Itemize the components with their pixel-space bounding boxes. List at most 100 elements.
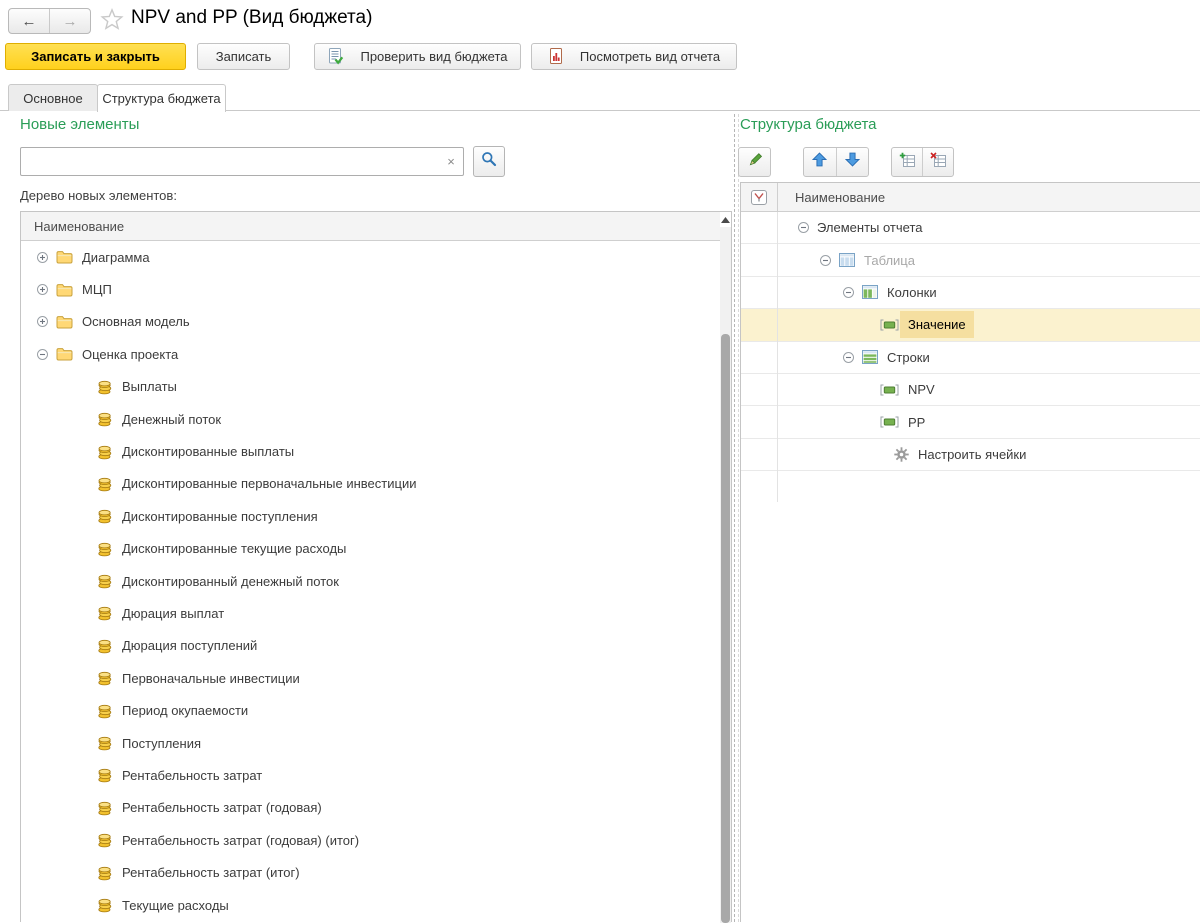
left-tree-header[interactable]: Наименование (21, 212, 731, 241)
search-button[interactable] (473, 146, 505, 177)
check-budget-view-button[interactable]: Проверить вид бюджета (314, 43, 521, 70)
tree-item[interactable]: Рентабельность затрат (годовая) (21, 792, 731, 824)
collapse-icon[interactable] (798, 222, 809, 234)
history-nav[interactable]: ← → (8, 8, 91, 34)
column-filter-icon[interactable] (741, 189, 777, 205)
table-element-buttons-group (891, 147, 954, 177)
tree-item[interactable]: Диаграмма (21, 241, 731, 273)
coins-icon (97, 605, 113, 621)
coins-icon (97, 832, 113, 848)
tree-item-label: PP (908, 414, 926, 430)
tree-item[interactable]: Колонки (741, 277, 1200, 310)
scroll-up-icon[interactable] (720, 212, 731, 227)
tree-item-label: Период окупаемости (122, 703, 249, 719)
tree-item[interactable]: Дисконтированные поступления (21, 500, 731, 532)
tree-item-label: Колонки (887, 284, 937, 300)
tree-item[interactable]: МЦП (21, 273, 731, 305)
right-tree-header-label: Наименование (795, 189, 886, 205)
tree-item-label: Дисконтированные выплаты (122, 444, 295, 460)
save-button[interactable]: Записать (197, 43, 290, 70)
tree-item[interactable]: Денежный поток (21, 403, 731, 435)
tree-item-label: Настроить ячейки (918, 446, 1027, 462)
tree-item[interactable]: Дисконтированные выплаты (21, 435, 731, 467)
expand-icon[interactable] (37, 251, 48, 263)
edit-button[interactable] (738, 147, 771, 177)
forward-button[interactable]: → (50, 9, 90, 33)
tree-item[interactable]: Рентабельность затрат (итог) (21, 856, 731, 888)
tree-item-label: Рентабельность затрат (годовая) (122, 800, 322, 816)
panel-splitter[interactable] (734, 114, 739, 922)
new-elements-tree-body: Диаграмма МЦП Основная модель Оценка проект… (21, 241, 731, 921)
coins-icon (97, 573, 113, 589)
tree-item[interactable]: Основная модель (21, 306, 731, 338)
search-input[interactable] (21, 148, 439, 175)
tree-item-label: Поступления (122, 735, 202, 751)
tree-item[interactable]: Дюрация выплат (21, 597, 731, 629)
tree-item-label: Выплаты (122, 379, 177, 395)
tree-item[interactable]: Дисконтированный денежный поток (21, 565, 731, 597)
favorite-star-icon[interactable] (100, 7, 124, 31)
arrow-up-icon (812, 152, 828, 172)
tree-item[interactable]: Дюрация поступлений (21, 630, 731, 662)
vertical-scrollbar[interactable] (720, 212, 731, 923)
tree-item[interactable]: Период окупаемости (21, 694, 731, 726)
tree-item[interactable]: Таблица (741, 244, 1200, 277)
tree-item[interactable]: NPV (741, 374, 1200, 407)
tree-item-label: Основная модель (82, 314, 190, 330)
new-elements-tree: Наименование Диаграмма МЦП Основная модель… (20, 211, 732, 923)
tab-budget-structure-label: Структура бюджета (102, 91, 221, 106)
collapse-icon[interactable] (820, 254, 831, 266)
clear-search-icon[interactable]: × (439, 148, 463, 175)
remove-table-element-button[interactable] (922, 148, 953, 176)
coins-icon (97, 638, 113, 654)
tree-item[interactable]: Настроить ячейки (741, 439, 1200, 472)
tree-item[interactable]: Оценка проекта (21, 338, 731, 370)
tab-main[interactable]: Основное (8, 84, 98, 111)
right-tree-header[interactable]: Наименование (741, 183, 1200, 212)
collapse-icon[interactable] (843, 351, 854, 363)
tree-item[interactable]: Дисконтированные текущие расходы (21, 533, 731, 565)
tree-item[interactable]: Рентабельность затрат (21, 759, 731, 791)
tree-item-label: Рентабельность затрат (122, 767, 263, 783)
tree-item-label: Дисконтированные текущие расходы (122, 541, 347, 557)
search-field-wrap: × (20, 147, 464, 176)
tree-item-label: Дюрация выплат (122, 605, 225, 621)
tree-item[interactable]: Рентабельность затрат (годовая) (итог) (21, 824, 731, 856)
back-button[interactable]: ← (9, 9, 50, 33)
arrow-down-icon (844, 152, 860, 172)
tree-item-label: Дисконтированный денежный поток (122, 573, 339, 589)
tree-item[interactable]: Элементы отчета (741, 212, 1200, 245)
preview-report-view-label: Посмотреть вид отчета (579, 49, 721, 64)
tree-item[interactable]: PP (741, 406, 1200, 439)
tree-item[interactable]: Значение (741, 309, 1200, 342)
tree-item-label: Строки (887, 349, 930, 365)
tree-item[interactable]: Строки (741, 342, 1200, 374)
tree-item-label: Текущие расходы (122, 897, 229, 913)
expand-icon[interactable] (37, 316, 48, 328)
tree-item-label: Значение (900, 311, 974, 339)
field-icon (880, 384, 899, 396)
tree-item[interactable]: Дисконтированные первоначальные инвестиц… (21, 468, 731, 500)
tree-item[interactable]: Текущие расходы (21, 889, 731, 921)
move-down-button[interactable] (835, 148, 869, 176)
add-table-element-button[interactable] (892, 148, 922, 176)
preview-report-view-button[interactable]: Посмотреть вид отчета (531, 43, 737, 70)
folder-icon (56, 250, 73, 264)
budget-structure-tree: Наименование Элементы отчета Таблица Колон… (740, 182, 1200, 922)
tree-item-label: NPV (908, 382, 935, 398)
tree-item[interactable]: Выплаты (21, 371, 731, 403)
move-up-button[interactable] (804, 148, 836, 176)
tree-item[interactable]: Поступления (21, 727, 731, 759)
tree-item[interactable]: Первоначальные инвестиции (21, 662, 731, 694)
expand-icon[interactable] (37, 284, 48, 296)
collapse-icon[interactable] (37, 348, 48, 360)
page-title: NPV and PP (Вид бюджета) (131, 7, 373, 28)
coins-icon (97, 735, 113, 751)
folder-icon (56, 283, 73, 297)
tab-budget-structure[interactable]: Структура бюджета (97, 84, 226, 112)
save-and-close-button[interactable]: Записать и закрыть (5, 43, 186, 70)
scrollbar-thumb[interactable] (721, 334, 730, 923)
collapse-icon[interactable] (843, 286, 854, 298)
add-table-element-icon (899, 152, 916, 173)
coins-icon (97, 767, 113, 783)
